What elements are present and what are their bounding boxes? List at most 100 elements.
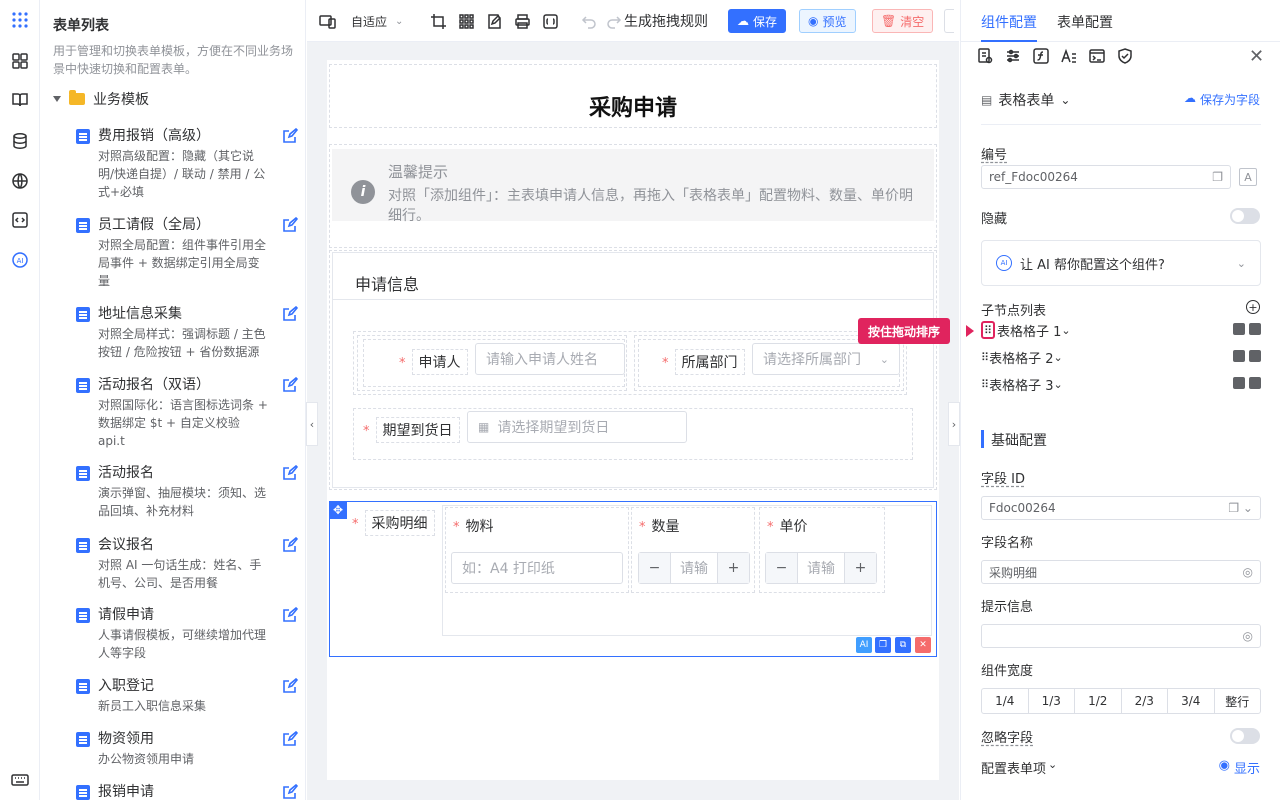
price-stepper[interactable]: − 请输 +	[765, 552, 877, 584]
save-button[interactable]: ☁ 保存	[728, 9, 787, 33]
sliders-icon[interactable]	[1004, 47, 1022, 65]
copy-icon[interactable]: ❐	[875, 637, 891, 653]
edit-icon[interactable]	[282, 536, 299, 553]
applicant-input[interactable]: 请输入申请人姓名	[475, 343, 625, 375]
child-item[interactable]: ⠿ 表格格子 2 ⌄	[981, 347, 1261, 367]
copy-icon[interactable]	[1233, 350, 1245, 362]
device-icon[interactable]	[319, 11, 336, 31]
copy-icon[interactable]	[1233, 377, 1245, 389]
field-id-input[interactable]: Fdoc00264 ❐ ⌄	[981, 496, 1261, 520]
price-plus-button[interactable]: +	[844, 553, 876, 583]
globe-icon[interactable]: ◎	[1243, 629, 1253, 643]
code-input[interactable]: ref_Fdoc00264 ❐	[981, 165, 1231, 189]
tab-component-config[interactable]: 组件配置	[981, 12, 1037, 42]
hidden-toggle[interactable]	[1230, 208, 1260, 224]
edit-icon[interactable]	[282, 216, 299, 233]
save-as-field-button[interactable]: ☁ 保存为字段	[1184, 91, 1260, 108]
function-icon[interactable]	[1032, 47, 1050, 65]
book-icon[interactable]	[10, 90, 30, 110]
edit-icon[interactable]	[282, 730, 299, 747]
add-child-icon[interactable]: ⧉	[895, 637, 911, 653]
apps-dots-icon[interactable]	[10, 10, 30, 30]
drag-handle-icon[interactable]: ⠿	[981, 378, 989, 391]
collapse-left-handle[interactable]: ‹	[306, 402, 318, 446]
hint-input[interactable]: ◎	[981, 624, 1261, 648]
generate-drag-rule-button[interactable]: 生成拖拽规则	[605, 11, 708, 31]
width-option[interactable]: 1/3	[1029, 689, 1075, 713]
edit-icon[interactable]	[282, 464, 299, 481]
qty-stepper[interactable]: − 请输 +	[638, 552, 750, 584]
width-segmented[interactable]: 1/4 1/3 1/2 2/3 3/4 整行	[981, 688, 1261, 714]
drag-handle-icon[interactable]: ⠿	[981, 321, 995, 339]
folder-business-templates[interactable]: 业务模板	[53, 89, 149, 109]
width-option[interactable]: 3/4	[1168, 689, 1215, 713]
list-item-name: 入职登记	[98, 678, 154, 694]
ai-config-button[interactable]: AI	[856, 637, 872, 653]
edit-icon[interactable]	[282, 606, 299, 623]
font-icon[interactable]: A	[1239, 168, 1257, 186]
width-option[interactable]: 整行	[1215, 689, 1261, 713]
database-icon[interactable]	[10, 131, 30, 151]
ai-help-collapse[interactable]: AI 让 AI 帮你配置这个组件? ⌄	[981, 240, 1261, 286]
props-icon[interactable]	[976, 47, 994, 65]
date-picker[interactable]: ▦ 请选择期望到货日	[467, 411, 687, 443]
field-name-input[interactable]: 采购明细 ◎	[981, 560, 1261, 584]
child-item[interactable]: ⠿ 表格格子 3 ⌄	[981, 374, 1261, 394]
list-item-name: 会议报名	[98, 537, 154, 553]
material-input[interactable]: 如：A4 打印纸	[451, 552, 623, 584]
svg-text:AI: AI	[17, 257, 24, 265]
copy-icon[interactable]	[1233, 323, 1245, 335]
price-minus-button[interactable]: −	[766, 553, 798, 583]
config-items-expander[interactable]: 配置表单项 ⌄	[981, 758, 1057, 777]
child-item[interactable]: ⠿ 表格格子 1 ⌄	[981, 320, 1261, 340]
edit-icon[interactable]	[282, 677, 299, 694]
delete-icon[interactable]: ✕	[915, 637, 931, 653]
shield-icon[interactable]	[1116, 47, 1134, 65]
text-style-icon[interactable]	[1060, 47, 1078, 65]
copy-icon[interactable]: ❐	[1212, 170, 1223, 184]
close-icon[interactable]: ✕	[1249, 46, 1264, 67]
edit-icon[interactable]	[282, 376, 299, 393]
trash-icon[interactable]	[1249, 350, 1261, 362]
show-button[interactable]: ◉ 显示	[1219, 758, 1260, 777]
undo-icon[interactable]	[581, 11, 598, 31]
tab-form-config[interactable]: 表单配置	[1057, 12, 1113, 32]
json-icon[interactable]	[542, 11, 559, 31]
keyboard-icon[interactable]	[10, 770, 30, 790]
save-as-field-label: 保存为字段	[1199, 93, 1260, 107]
trash-icon[interactable]	[1249, 323, 1261, 335]
ai-icon[interactable]: AI	[10, 250, 30, 270]
clear-button[interactable]: 🗑 清空	[872, 9, 934, 33]
edit-icon[interactable]	[282, 305, 299, 322]
edit-icon[interactable]	[282, 783, 299, 800]
qty-plus-button[interactable]: +	[717, 553, 749, 583]
component-type-select[interactable]: ▤ 表格表单 ⌄	[981, 90, 1070, 110]
qty-minus-button[interactable]: −	[639, 553, 671, 583]
width-option[interactable]: 1/4	[982, 689, 1029, 713]
list-item-desc: 演示弹窗、抽屉模块：须知、选品回填、补充材料	[98, 486, 267, 518]
code-window-icon[interactable]	[1088, 47, 1106, 65]
copy-icon[interactable]: ❐ ⌄	[1228, 501, 1253, 515]
width-option[interactable]: 2/3	[1122, 689, 1168, 713]
dept-select[interactable]: 请选择所属部门 ⌄	[752, 343, 900, 375]
width-option[interactable]: 1/2	[1075, 689, 1122, 713]
print-icon[interactable]	[514, 11, 531, 31]
document-icon	[76, 785, 90, 800]
adaptive-select[interactable]: 自适应 ⌄	[351, 11, 403, 31]
more-button[interactable]	[944, 9, 954, 33]
code-icon[interactable]	[10, 210, 30, 230]
ignore-field-toggle[interactable]	[1230, 728, 1260, 744]
globe-icon[interactable]	[10, 171, 30, 191]
edit-icon[interactable]	[282, 127, 299, 144]
preview-button[interactable]: ◉ 预览	[799, 9, 856, 33]
edit-doc-icon[interactable]	[486, 11, 503, 31]
collapse-right-handle[interactable]: ›	[948, 402, 960, 446]
trash-icon[interactable]	[1249, 377, 1261, 389]
components-grid-icon[interactable]	[10, 51, 30, 71]
grid-icon[interactable]	[458, 11, 475, 31]
globe-icon[interactable]: ◎	[1243, 565, 1253, 579]
add-child-button[interactable]: +	[1246, 300, 1260, 314]
crop-icon[interactable]	[430, 11, 447, 31]
drag-handle-icon[interactable]: ⠿	[981, 351, 989, 364]
move-handle-icon[interactable]: ✥	[329, 501, 347, 519]
